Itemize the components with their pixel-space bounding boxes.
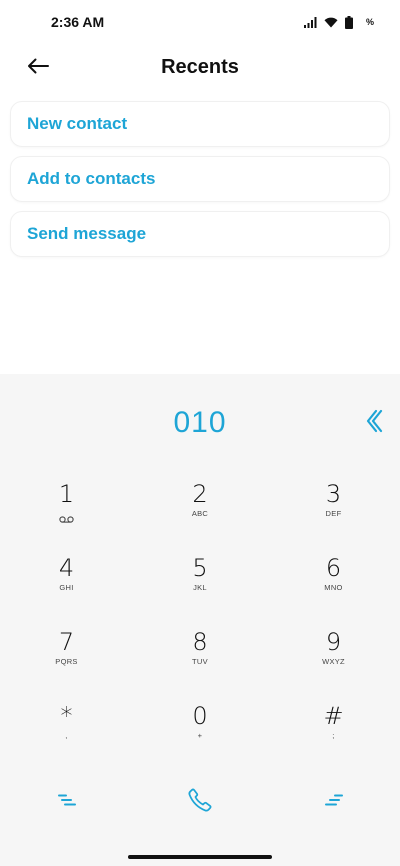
home-indicator[interactable]: [128, 855, 272, 859]
key-3[interactable]: 3 DEF: [267, 478, 400, 552]
key-letters: +: [197, 731, 203, 740]
key-digit: 6: [325, 554, 342, 582]
backspace-chevron-icon: [365, 409, 383, 438]
dialpad-bottom-row: [0, 780, 400, 824]
key-8[interactable]: 8 TUV: [133, 626, 267, 700]
keypad: 1 2 ABC 3 DEF 4 GHI 5 JKL 6 MNO 7 PQRS 8…: [0, 478, 400, 774]
key-digit: 1: [58, 480, 75, 508]
key-0[interactable]: 0 +: [133, 700, 267, 774]
key-digit: 7: [58, 628, 75, 656]
page-title: Recents: [161, 56, 239, 78]
erase-button[interactable]: [362, 409, 386, 438]
status-bar: 2:36 AM %: [0, 0, 400, 44]
key-star[interactable]: * ,: [0, 700, 133, 774]
key-digit: 8: [192, 628, 208, 656]
key-letters: WXYZ: [322, 657, 345, 666]
key-letters: TUV: [192, 657, 208, 666]
key-letters: ABC: [191, 509, 209, 518]
battery-percent: %: [365, 17, 374, 27]
phone-call-icon: [187, 787, 213, 818]
key-digit: 0: [192, 702, 208, 730]
key-digit: 9: [325, 628, 342, 656]
key-letters: ,: [65, 731, 68, 740]
key-9[interactable]: 9 WXYZ: [267, 626, 400, 700]
key-7[interactable]: 7 PQRS: [0, 626, 133, 700]
key-digit: 2: [192, 480, 208, 508]
key-letters: DEF: [325, 509, 342, 518]
menu-left-icon: [57, 793, 76, 811]
key-digit: 4: [58, 554, 75, 582]
menu-right-icon: [324, 793, 343, 811]
key-letters: ;: [332, 731, 335, 740]
dialed-number[interactable]: 010: [0, 406, 400, 440]
menu-right-button[interactable]: [267, 780, 400, 824]
key-digit: *: [60, 702, 73, 730]
battery-icon: [344, 15, 353, 29]
new-contact-button[interactable]: New contact: [10, 101, 390, 147]
add-to-contacts-button[interactable]: Add to contacts: [10, 156, 390, 202]
key-letters: PQRS: [55, 657, 78, 666]
key-2[interactable]: 2 ABC: [133, 478, 267, 552]
menu-left-button[interactable]: [0, 780, 133, 824]
key-1[interactable]: 1: [0, 478, 133, 552]
dialpad: 010 1 2 ABC 3 DEF 4 GHI 5 JKL 6 MNO 7 PQ…: [0, 374, 400, 866]
key-digit: #: [323, 702, 344, 730]
key-digit: 5: [192, 554, 208, 582]
recent-actions-list: New contact Add to contacts Send message: [10, 101, 390, 266]
key-6[interactable]: 6 MNO: [267, 552, 400, 626]
call-button[interactable]: [133, 780, 267, 824]
key-letters: GHI: [59, 583, 74, 592]
send-message-button[interactable]: Send message: [10, 211, 390, 257]
header: Recents: [0, 46, 400, 90]
voicemail-icon: [59, 510, 74, 528]
key-digit: 3: [325, 480, 342, 508]
status-time: 2:36 AM: [51, 14, 105, 30]
key-5[interactable]: 5 JKL: [133, 552, 267, 626]
wifi-icon: [324, 17, 338, 28]
status-icons: %: [303, 14, 374, 30]
key-hash[interactable]: # ;: [267, 700, 400, 774]
key-4[interactable]: 4 GHI: [0, 552, 133, 626]
key-letters: JKL: [193, 583, 207, 592]
signal-icon: [303, 16, 317, 28]
key-letters: MNO: [324, 583, 343, 592]
